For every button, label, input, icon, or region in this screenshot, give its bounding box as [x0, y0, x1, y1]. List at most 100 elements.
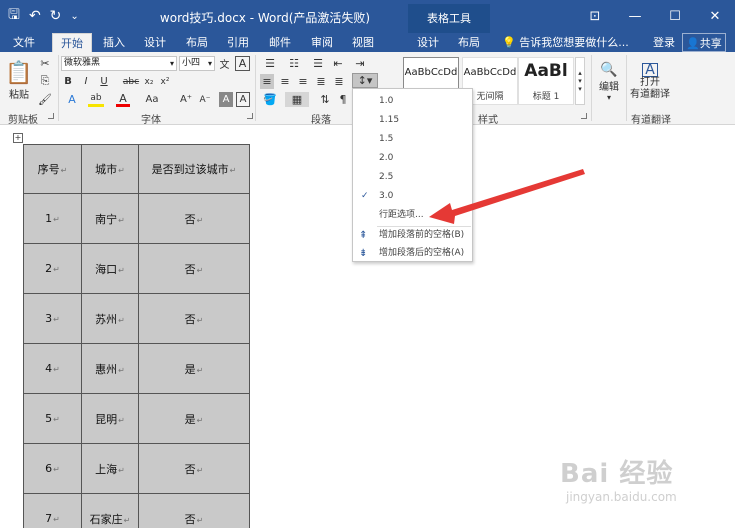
tab-view[interactable]: 视图 [352, 33, 374, 52]
enclose-char-button[interactable]: A [236, 92, 250, 107]
line-spacing-option-3.0[interactable]: ✓ 3.0 [353, 187, 472, 206]
tab-mailings[interactable]: 邮件 [269, 33, 291, 52]
highlight-button[interactable]: ab [88, 92, 104, 107]
tab-references[interactable]: 引用 [227, 33, 249, 52]
table-cell[interactable]: 昆明↵ [81, 393, 139, 444]
copy-icon[interactable]: ⎘ [38, 74, 52, 88]
table-cell[interactable]: 是↵ [138, 393, 250, 444]
font-size-combo[interactable]: 小四 ▾ [179, 56, 215, 71]
tab-table-layout[interactable]: 布局 [458, 33, 480, 52]
borders-icon[interactable]: ▦ [285, 92, 309, 107]
align-left-icon[interactable]: ≡ [260, 74, 274, 89]
line-spacing-option-1.0[interactable]: 1.0 [353, 92, 472, 111]
add-space-after-item[interactable]: ⇟ 增加段落后的空格(A) [353, 244, 472, 263]
redo-icon[interactable]: ↻ [50, 8, 62, 24]
customize-qat-icon[interactable]: ⌄ [70, 11, 78, 22]
cut-icon[interactable]: ✂ [38, 56, 52, 70]
underline-button[interactable]: U [98, 74, 110, 89]
tab-insert[interactable]: 插入 [103, 33, 125, 52]
grow-font-button[interactable]: A⁺ [179, 92, 193, 107]
superscript-button[interactable]: x² [158, 74, 172, 89]
login-link[interactable]: 登录 [653, 33, 675, 52]
share-button[interactable]: 👤共享 [682, 33, 726, 52]
text-effects-button[interactable]: A [65, 92, 79, 107]
table-cell[interactable]: 否↵ [138, 193, 250, 244]
sort-icon[interactable]: ⇅ [318, 92, 332, 107]
table-cell[interactable]: 南宁↵ [81, 193, 139, 244]
decrease-indent-icon[interactable]: ⇤ [330, 56, 346, 71]
open-youdao-translate-button[interactable]: A 打开 有道翻译 [629, 56, 671, 108]
style-heading-1[interactable]: AaBl 标题 1 [518, 57, 574, 105]
distributed-icon[interactable]: ≣ [332, 74, 346, 89]
tab-review[interactable]: 审阅 [311, 33, 333, 52]
table-cell[interactable]: 是↵ [138, 343, 250, 394]
show-marks-icon[interactable]: ¶ [336, 92, 350, 107]
table-header-cell[interactable]: 是否到过该城市↵ [138, 144, 250, 194]
multilevel-list-icon[interactable]: ☰ [308, 56, 328, 71]
add-space-before-item[interactable]: ⇞ 增加段落前的空格(B) [353, 226, 472, 245]
table-header-cell[interactable]: 序号↵ [23, 144, 82, 194]
tab-home[interactable]: 开始 [52, 33, 92, 52]
line-spacing-option-1.5[interactable]: 1.5 [353, 130, 472, 149]
text-effect-icon[interactable]: 文 [217, 56, 232, 71]
table-cell[interactable]: 石家庄↵ [81, 493, 139, 528]
table-cell[interactable]: 海口↵ [81, 243, 139, 294]
font-name-combo[interactable]: 微软雅黑 ▾ [61, 56, 177, 71]
paste-button[interactable]: 📋 粘贴 [5, 56, 32, 106]
table-header-cell[interactable]: 城市↵ [81, 144, 139, 194]
font-dialog-launcher[interactable] [247, 113, 253, 119]
tab-table-design[interactable]: 设计 [417, 33, 439, 52]
line-spacing-button[interactable]: ↕▾ [352, 73, 378, 88]
tab-layout[interactable]: 布局 [186, 33, 208, 52]
line-spacing-option-2.5[interactable]: 2.5 [353, 168, 472, 187]
styles-dialog-launcher[interactable] [581, 113, 587, 119]
table-cell[interactable]: 否↵ [138, 443, 250, 494]
italic-button[interactable]: I [80, 74, 92, 89]
font-color-button[interactable]: A [116, 92, 130, 107]
styles-scroll[interactable]: ▴ ▾ ▾ [575, 57, 585, 105]
table-cell[interactable]: 5↵ [23, 393, 82, 444]
line-spacing-option-2.0[interactable]: 2.0 [353, 149, 472, 168]
table-cell[interactable]: 7↵ [23, 493, 82, 528]
align-center-icon[interactable]: ≡ [278, 74, 292, 89]
table-cell[interactable]: 上海↵ [81, 443, 139, 494]
document-table[interactable]: 序号↵ 城市↵ 是否到过该城市↵ 1↵ 南宁↵ 否↵ 2↵ 海口↵ 否↵ 3↵ 苏州↵ 否↵… [23, 144, 250, 528]
format-painter-icon[interactable]: 🖌 [38, 92, 52, 106]
ribbon-display-options-button[interactable]: ⊡ [575, 0, 615, 33]
minimize-button[interactable]: — [615, 0, 655, 33]
strikethrough-button[interactable]: abc [122, 74, 140, 89]
close-button[interactable]: ✕ [695, 0, 735, 33]
undo-icon[interactable]: ↶ [29, 8, 41, 24]
tab-design[interactable]: 设计 [144, 33, 166, 52]
justify-icon[interactable]: ≣ [314, 74, 328, 89]
editing-button[interactable]: 🔍 编辑 ▾ [596, 58, 622, 106]
table-cell[interactable]: 惠州↵ [81, 343, 139, 394]
subscript-button[interactable]: x₂ [142, 74, 156, 89]
numbering-icon[interactable]: ☷ [284, 56, 304, 71]
bullets-icon[interactable]: ☰ [260, 56, 280, 71]
shading-icon[interactable]: 🪣 [260, 92, 280, 107]
line-spacing-options-item[interactable]: 行距选项... [353, 206, 472, 225]
save-icon[interactable]: 🖫 [8, 4, 20, 28]
bold-button[interactable]: B [62, 74, 74, 89]
table-cell[interactable]: 2↵ [23, 243, 82, 294]
table-cell[interactable]: 3↵ [23, 293, 82, 344]
clipboard-dialog-launcher[interactable] [48, 113, 54, 119]
align-right-icon[interactable]: ≡ [296, 74, 310, 89]
table-cell[interactable]: 否↵ [138, 243, 250, 294]
char-shading-button[interactable]: A [219, 92, 233, 107]
table-cell[interactable]: 否↵ [138, 493, 250, 528]
tab-file[interactable]: 文件 [13, 33, 35, 52]
table-cell[interactable]: 6↵ [23, 443, 82, 494]
table-cell[interactable]: 4↵ [23, 343, 82, 394]
table-move-handle-icon[interactable]: + [13, 133, 23, 143]
tell-me-box[interactable]: 💡 告诉我您想要做什么... [502, 33, 629, 52]
increase-indent-icon[interactable]: ⇥ [352, 56, 368, 71]
shrink-font-button[interactable]: A⁻ [198, 92, 212, 107]
table-cell[interactable]: 苏州↵ [81, 293, 139, 344]
char-border-icon[interactable]: A [235, 56, 250, 71]
table-cell[interactable]: 否↵ [138, 293, 250, 344]
table-cell[interactable]: 1↵ [23, 193, 82, 244]
change-case-button[interactable]: Aa [144, 92, 160, 107]
line-spacing-option-1.15[interactable]: 1.15 [353, 111, 472, 130]
